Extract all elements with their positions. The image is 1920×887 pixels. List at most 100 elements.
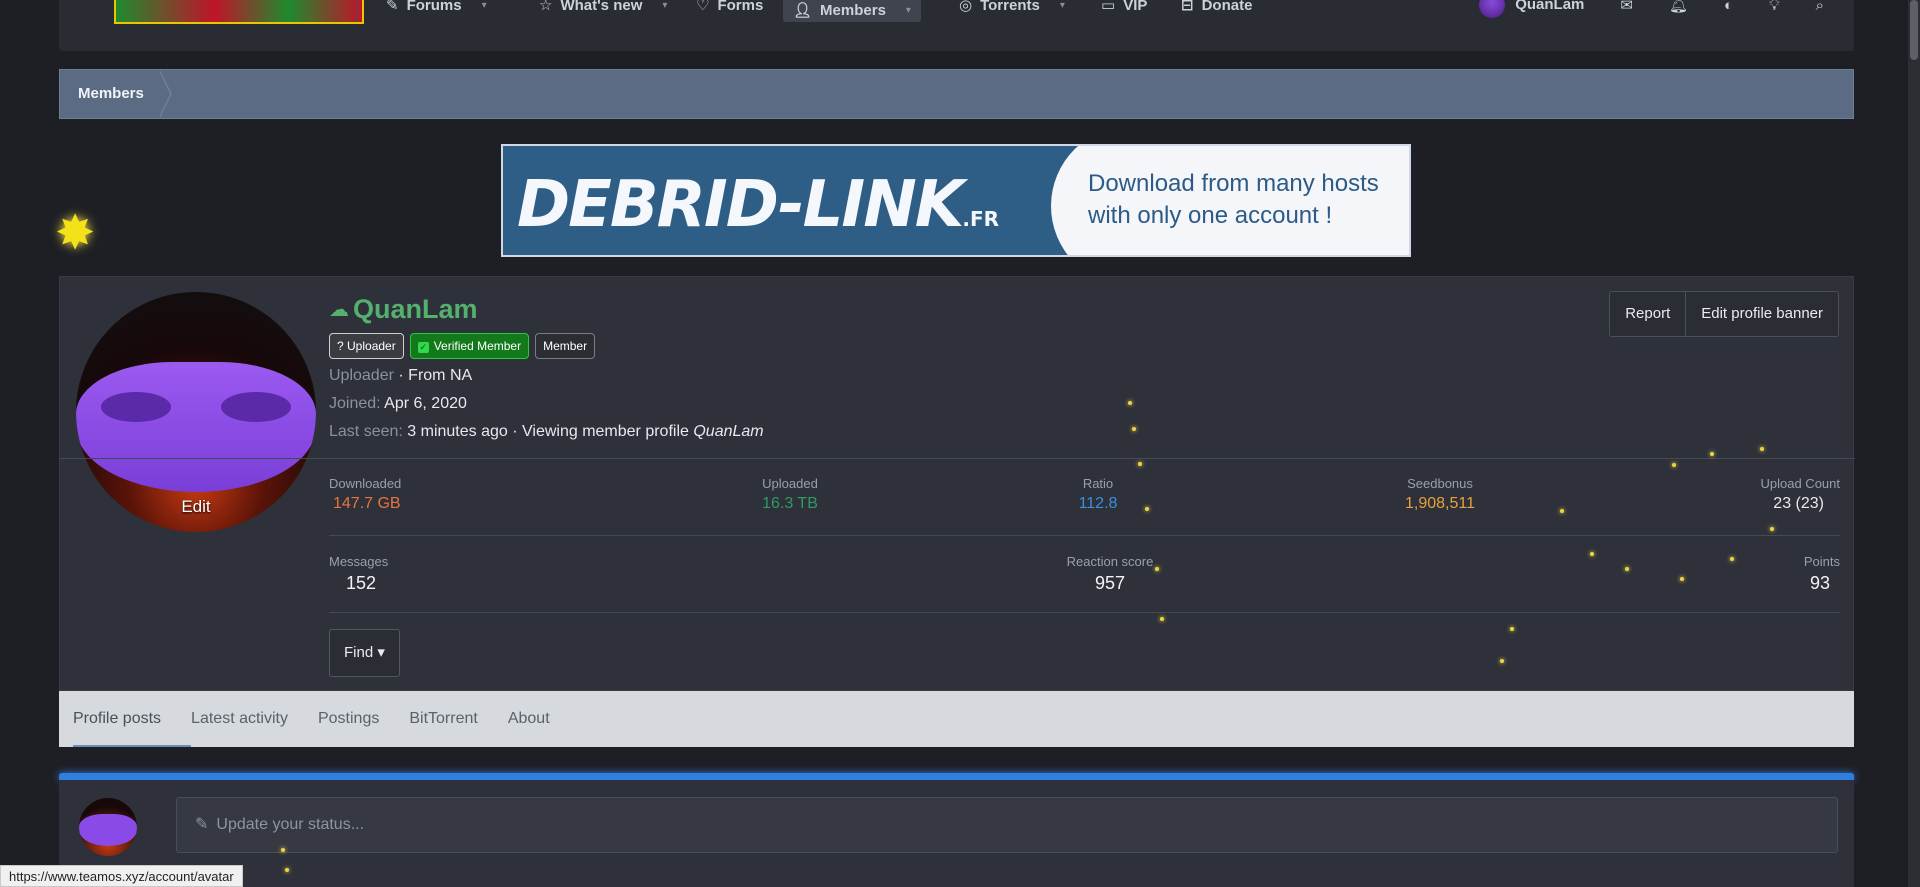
- profile-actions: Report Edit profile banner: [1609, 291, 1839, 337]
- scrollbar[interactable]: [1908, 0, 1920, 887]
- stat-upload-count: Upload Count 23 (23): [1700, 476, 1841, 513]
- site-logo[interactable]: [114, 0, 364, 24]
- edit-profile-banner-button[interactable]: Edit profile banner: [1686, 291, 1839, 337]
- nav-user[interactable]: QuanLam: [1479, 0, 1584, 18]
- nav-whats-new[interactable]: ☆ What's new ▾: [529, 0, 677, 16]
- avatar-edit-link[interactable]: Edit: [76, 497, 316, 517]
- banner-line-1: Download from many hosts: [1088, 170, 1379, 197]
- user-title: Uploader: [329, 367, 394, 384]
- firework-dot: [1730, 557, 1734, 561]
- theme-toggle-icon[interactable]: ◐: [1724, 0, 1733, 14]
- firework-dot: [1560, 509, 1564, 513]
- stat-uploaded: Uploaded 16.3 TB: [700, 476, 880, 513]
- breadcrumb-members[interactable]: Members: [78, 70, 144, 118]
- tab-label: Latest activity: [191, 710, 288, 727]
- tab-about[interactable]: About: [508, 691, 580, 747]
- chevron-down-icon[interactable]: ▾: [906, 5, 911, 16]
- banner-logo-text: DEBRID-LINK: [517, 168, 964, 242]
- nav-torrents[interactable]: ◎ Torrents ▾: [949, 0, 1075, 16]
- bell-icon[interactable]: 🔔︎: [1669, 0, 1688, 14]
- divider: [329, 612, 1840, 613]
- nav-forums[interactable]: ✎ Forums ▾: [376, 0, 497, 16]
- banner-line-2: with only one account !: [1088, 202, 1333, 229]
- mask-eye-right: [221, 392, 291, 422]
- forums-icon: ✎: [386, 0, 399, 14]
- tab-label: Profile posts: [73, 710, 162, 727]
- stat-label: Points: [1803, 554, 1840, 569]
- nav-donate-label: Donate: [1201, 0, 1253, 14]
- stat-points[interactable]: Points 93: [1720, 554, 1840, 594]
- tab-label: Postings: [317, 710, 380, 727]
- nav-donate[interactable]: ⊟ Donate: [1171, 0, 1262, 16]
- tab-postings[interactable]: Postings: [318, 691, 409, 747]
- stat-downloaded: Downloaded 147.7 GB: [329, 476, 401, 513]
- bulb-icon[interactable]: 💡︎: [1769, 0, 1780, 14]
- stat-value: 147.7 GB: [333, 495, 401, 512]
- stat-messages[interactable]: Messages 152: [329, 554, 388, 594]
- report-button[interactable]: Report: [1609, 291, 1687, 337]
- donate-icon: ⊟: [1181, 0, 1194, 14]
- status-input[interactable]: ✎ Update your status...: [176, 797, 1838, 853]
- pencil-icon: ✎: [195, 816, 209, 833]
- last-seen-value: 3 minutes ago · Viewing member profile: [407, 423, 689, 440]
- stat-label: Upload Count: [1760, 476, 1841, 491]
- nav-forms[interactable]: ♡ Forms: [686, 0, 773, 16]
- avatar[interactable]: [79, 798, 137, 856]
- chevron-down-icon[interactable]: ▾: [482, 0, 487, 11]
- avatar: [1479, 0, 1506, 18]
- chevron-down-icon[interactable]: ▾: [662, 0, 667, 11]
- tab-latest-activity[interactable]: Latest activity: [191, 691, 318, 747]
- mask-eye-left: [101, 392, 171, 422]
- stat-label: Reaction score: [1066, 554, 1154, 569]
- badge-verified: ✓ Verified Member: [409, 333, 530, 359]
- mask-image: [76, 362, 316, 492]
- avatar[interactable]: Edit: [76, 292, 316, 532]
- nav-members[interactable]: 👤︎ Members ▾: [783, 0, 921, 22]
- banner-logo: DEBRID-LINK.FR: [517, 168, 999, 242]
- stat-value: 93: [1809, 573, 1830, 593]
- badge-verified-label: Verified Member: [433, 339, 522, 353]
- stat-value: 957: [1094, 573, 1126, 593]
- scrollbar-thumb[interactable]: [1910, 0, 1918, 60]
- ad-banner[interactable]: DEBRID-LINK.FR Download from many hosts …: [501, 144, 1411, 257]
- nav-vip-label: VIP: [1123, 0, 1148, 14]
- stat-seedbonus: Seedbonus 1,908,511: [1350, 476, 1530, 513]
- stat-label: Messages: [329, 554, 389, 569]
- chevron-down-icon[interactable]: ▾: [1060, 0, 1065, 11]
- tab-profile-posts[interactable]: Profile posts: [73, 691, 192, 747]
- profile-name-text: QuanLam: [353, 294, 478, 324]
- stat-label: Uploaded: [762, 476, 818, 491]
- last-seen-target[interactable]: QuanLam: [693, 423, 763, 440]
- sparkle-icon: ✸: [55, 207, 96, 260]
- find-button[interactable]: Find ▾: [329, 629, 400, 677]
- firework-dot: [1145, 507, 1149, 511]
- mask-image: [79, 814, 137, 846]
- nav-user-label: QuanLam: [1515, 0, 1585, 13]
- browser-status-bar: https://www.teamos.xyz/account/avatar: [0, 865, 243, 887]
- firework-dot: [1510, 627, 1514, 631]
- stat-reaction-score[interactable]: Reaction score 957: [1020, 554, 1200, 594]
- firework-dot: [1760, 447, 1764, 451]
- tab-bittorrent[interactable]: BitTorrent: [409, 691, 507, 747]
- nav-forms-label: Forms: [717, 0, 764, 14]
- search-icon[interactable]: ⌕: [1816, 0, 1824, 14]
- profile-tabs: Profile posts Latest activity Postings B…: [59, 691, 1854, 747]
- user-location: · From NA: [398, 367, 473, 384]
- firework-dot: [285, 868, 289, 872]
- firework-dot: [281, 848, 285, 852]
- accent-bar: [59, 773, 1854, 780]
- firework-dot: [1590, 552, 1594, 556]
- firework-dot: [1710, 452, 1714, 456]
- star-icon: ☆: [539, 0, 553, 14]
- profile-card: Edit ☁ QuanLam ? Uploader ✓ Verified Memb…: [59, 276, 1855, 691]
- user-title-line: Uploader · From NA: [329, 367, 472, 385]
- check-icon: ✓: [417, 342, 429, 353]
- stat-value: 16.3 TB: [762, 495, 818, 512]
- nav-vip[interactable]: ▭ VIP: [1091, 0, 1157, 16]
- breadcrumb: Members: [59, 69, 1854, 119]
- upload-cloud-icon: ☁: [329, 299, 349, 321]
- firework-dot: [1132, 427, 1136, 431]
- badge-member: Member: [535, 333, 596, 359]
- status-composer: ✎ Update your status...: [59, 780, 1854, 887]
- inbox-icon[interactable]: ✉: [1620, 0, 1633, 14]
